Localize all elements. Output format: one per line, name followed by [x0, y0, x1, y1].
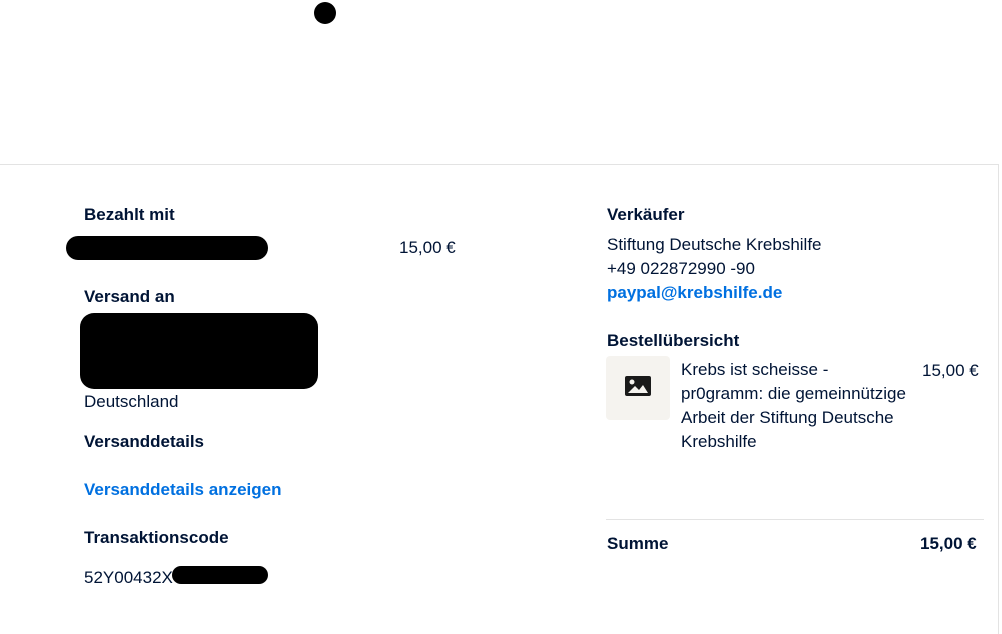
payment-amount: 15,00 € [399, 238, 456, 257]
item-thumbnail [606, 356, 670, 420]
total-value: 15,00 € [920, 534, 977, 553]
paid-with-heading: Bezahlt mit [84, 205, 175, 224]
redacted-payment-method [66, 236, 268, 260]
summary-divider [606, 519, 984, 520]
item-price: 15,00 € [922, 361, 979, 380]
redacted-transaction-code [172, 566, 268, 584]
seller-name: Stiftung Deutsche Krebshilfe [607, 235, 822, 254]
transaction-code-heading: Transaktionscode [84, 528, 229, 547]
seller-email-link[interactable]: paypal@krebshilfe.de [607, 283, 782, 303]
show-shipping-details-link[interactable]: Versanddetails anzeigen [84, 480, 281, 500]
redacted-shipping-address [80, 313, 318, 389]
total-label: Summe [607, 534, 669, 553]
order-summary-heading: Bestellübersicht [607, 331, 740, 350]
item-description: Krebs ist scheisse - pr0gramm: die gemei… [681, 360, 906, 451]
transaction-code: 52Y00432X [84, 568, 173, 587]
redaction-dot [314, 2, 336, 24]
seller-heading: Verkäufer [607, 205, 685, 224]
image-placeholder-icon [624, 375, 652, 402]
shipping-country: Deutschland [84, 392, 179, 411]
shipping-details-heading: Versanddetails [84, 432, 205, 451]
ship-to-heading: Versand an [84, 287, 175, 306]
seller-phone: +49 022872990 -90 [607, 259, 755, 278]
